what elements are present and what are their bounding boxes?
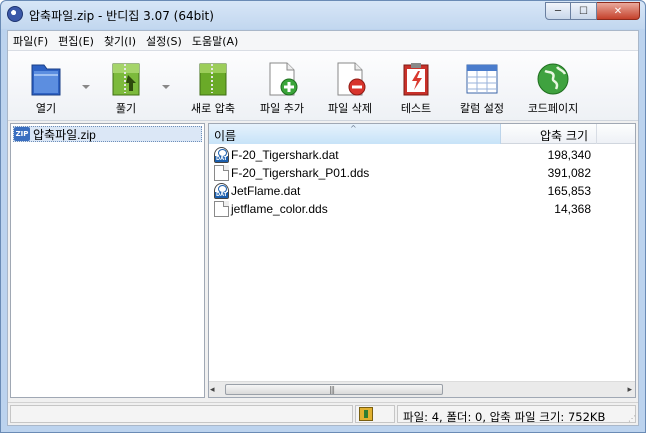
- archive-status-icon: [359, 407, 373, 421]
- resize-grip-icon[interactable]: ⋰: [628, 414, 636, 423]
- scroll-left-icon[interactable]: ◂: [210, 385, 215, 395]
- open-button[interactable]: 열기: [16, 57, 76, 117]
- column-settings-label: 칼럼 설정: [460, 102, 504, 115]
- column-settings-button[interactable]: 칼럼 설정: [452, 57, 512, 117]
- table-row[interactable]: F-20_Tigershark.dat 198,340: [209, 146, 635, 164]
- new-archive-icon: [199, 63, 227, 96]
- column-header-size[interactable]: 압축 크기: [501, 124, 597, 144]
- file-name: F-20_Tigershark.dat: [231, 148, 339, 162]
- close-button[interactable]: ✕: [597, 2, 640, 20]
- window-title: 압축파일.zip - 반디집 3.07 (64bit): [29, 9, 214, 23]
- table-row[interactable]: jetflame_color.dds 14,368: [209, 200, 635, 218]
- app-window: 압축파일.zip - 반디집 3.07 (64bit) ─ ☐ ✕ 파일(F) …: [0, 0, 646, 433]
- file-size: 391,082: [547, 166, 591, 180]
- column-name-label: 이름: [214, 129, 237, 143]
- open-dropdown-arrow-icon[interactable]: [82, 85, 90, 89]
- file-size: 165,853: [547, 184, 591, 198]
- client-area: 파일(F) 편집(E) 찾기(I) 설정(S) 도움말(A) 열기 풀기 새로 …: [7, 30, 639, 426]
- maximize-button[interactable]: ☐: [571, 2, 597, 20]
- document-icon: [214, 165, 229, 181]
- tree-item-archive[interactable]: ZIP 압축파일.zip: [13, 126, 202, 142]
- toolbar: 열기 풀기 새로 압축 파일 추가 파일 삭제 테스트 칼럼 설정 코드페이지: [8, 51, 638, 121]
- scroll-right-icon[interactable]: ▸: [627, 385, 632, 395]
- menu-settings[interactable]: 설정(S): [141, 33, 187, 49]
- delete-file-button[interactable]: 파일 삭제: [318, 57, 382, 117]
- file-name: JetFlame.dat: [231, 184, 301, 198]
- list-header: ^ 이름 압축 크기: [209, 124, 635, 144]
- menu-bar: 파일(F) 편집(E) 찾기(I) 설정(S) 도움말(A): [8, 31, 638, 51]
- column-settings-icon: [466, 64, 498, 94]
- menu-find[interactable]: 찾기(I): [99, 33, 141, 49]
- folder-open-icon: [31, 64, 61, 96]
- test-label: 테스트: [400, 102, 432, 115]
- file-rows: F-20_Tigershark.dat 198,340 F-20_Tigersh…: [209, 146, 635, 218]
- horizontal-scrollbar[interactable]: ◂ ||| ▸: [209, 381, 635, 397]
- delete-file-icon: [337, 62, 366, 96]
- new-archive-button[interactable]: 새로 압축: [180, 57, 246, 117]
- status-text: 파일: 4, 폴더: 0, 압축 파일 크기: 752KB: [403, 410, 606, 424]
- delete-file-label: 파일 삭제: [328, 102, 372, 115]
- add-file-icon: [269, 62, 298, 96]
- dat-file-icon: [214, 183, 229, 199]
- document-icon: [214, 201, 229, 217]
- dat-file-icon: [214, 147, 229, 163]
- window-controls: ─ ☐ ✕: [545, 2, 640, 20]
- tree-item-label: 압축파일.zip: [33, 127, 96, 142]
- scroll-grip-icon: |||: [329, 385, 335, 394]
- extract-icon: [112, 63, 140, 96]
- extract-label: 풀기: [115, 102, 137, 115]
- globe-icon: [537, 63, 569, 95]
- codepage-button[interactable]: 코드페이지: [518, 57, 588, 117]
- file-size: 198,340: [547, 148, 591, 162]
- file-list-pane[interactable]: ^ 이름 압축 크기 F-20_Tigershark.dat 198,340 F…: [208, 123, 636, 398]
- extract-dropdown-arrow-icon[interactable]: [162, 85, 170, 89]
- title-bar[interactable]: 압축파일.zip - 반디집 3.07 (64bit) ─ ☐ ✕: [1, 1, 645, 29]
- new-archive-label: 새로 압축: [191, 102, 235, 115]
- menu-file[interactable]: 파일(F): [8, 33, 53, 49]
- status-segment-blank: [10, 405, 353, 423]
- column-header-blank[interactable]: [597, 124, 635, 144]
- add-file-button[interactable]: 파일 추가: [252, 57, 312, 117]
- table-row[interactable]: JetFlame.dat 165,853: [209, 182, 635, 200]
- menu-edit[interactable]: 편집(E): [53, 33, 99, 49]
- folder-tree-pane[interactable]: ZIP 압축파일.zip: [10, 123, 205, 398]
- add-file-label: 파일 추가: [260, 102, 304, 115]
- test-clipboard-icon: [403, 63, 429, 96]
- table-row[interactable]: F-20_Tigershark_P01.dds 391,082: [209, 164, 635, 182]
- file-size: 14,368: [554, 202, 591, 216]
- codepage-label: 코드페이지: [527, 102, 579, 115]
- open-label: 열기: [35, 102, 57, 115]
- zip-archive-icon: ZIP: [14, 127, 30, 141]
- sort-ascending-icon: ^: [350, 124, 357, 133]
- test-button[interactable]: 테스트: [392, 57, 440, 117]
- column-header-name[interactable]: ^ 이름: [209, 124, 501, 144]
- scroll-thumb[interactable]: |||: [225, 384, 443, 395]
- bandizip-app-icon[interactable]: [7, 6, 23, 22]
- file-name: jetflame_color.dds: [231, 202, 328, 216]
- minimize-button[interactable]: ─: [545, 2, 571, 20]
- status-bar: 파일: 4, 폴더: 0, 압축 파일 크기: 752KB ⋰: [8, 402, 638, 425]
- file-name: F-20_Tigershark_P01.dds: [231, 166, 370, 180]
- menu-help[interactable]: 도움말(A): [187, 33, 243, 49]
- extract-button[interactable]: 풀기: [96, 57, 156, 117]
- column-size-label: 압축 크기: [540, 129, 588, 143]
